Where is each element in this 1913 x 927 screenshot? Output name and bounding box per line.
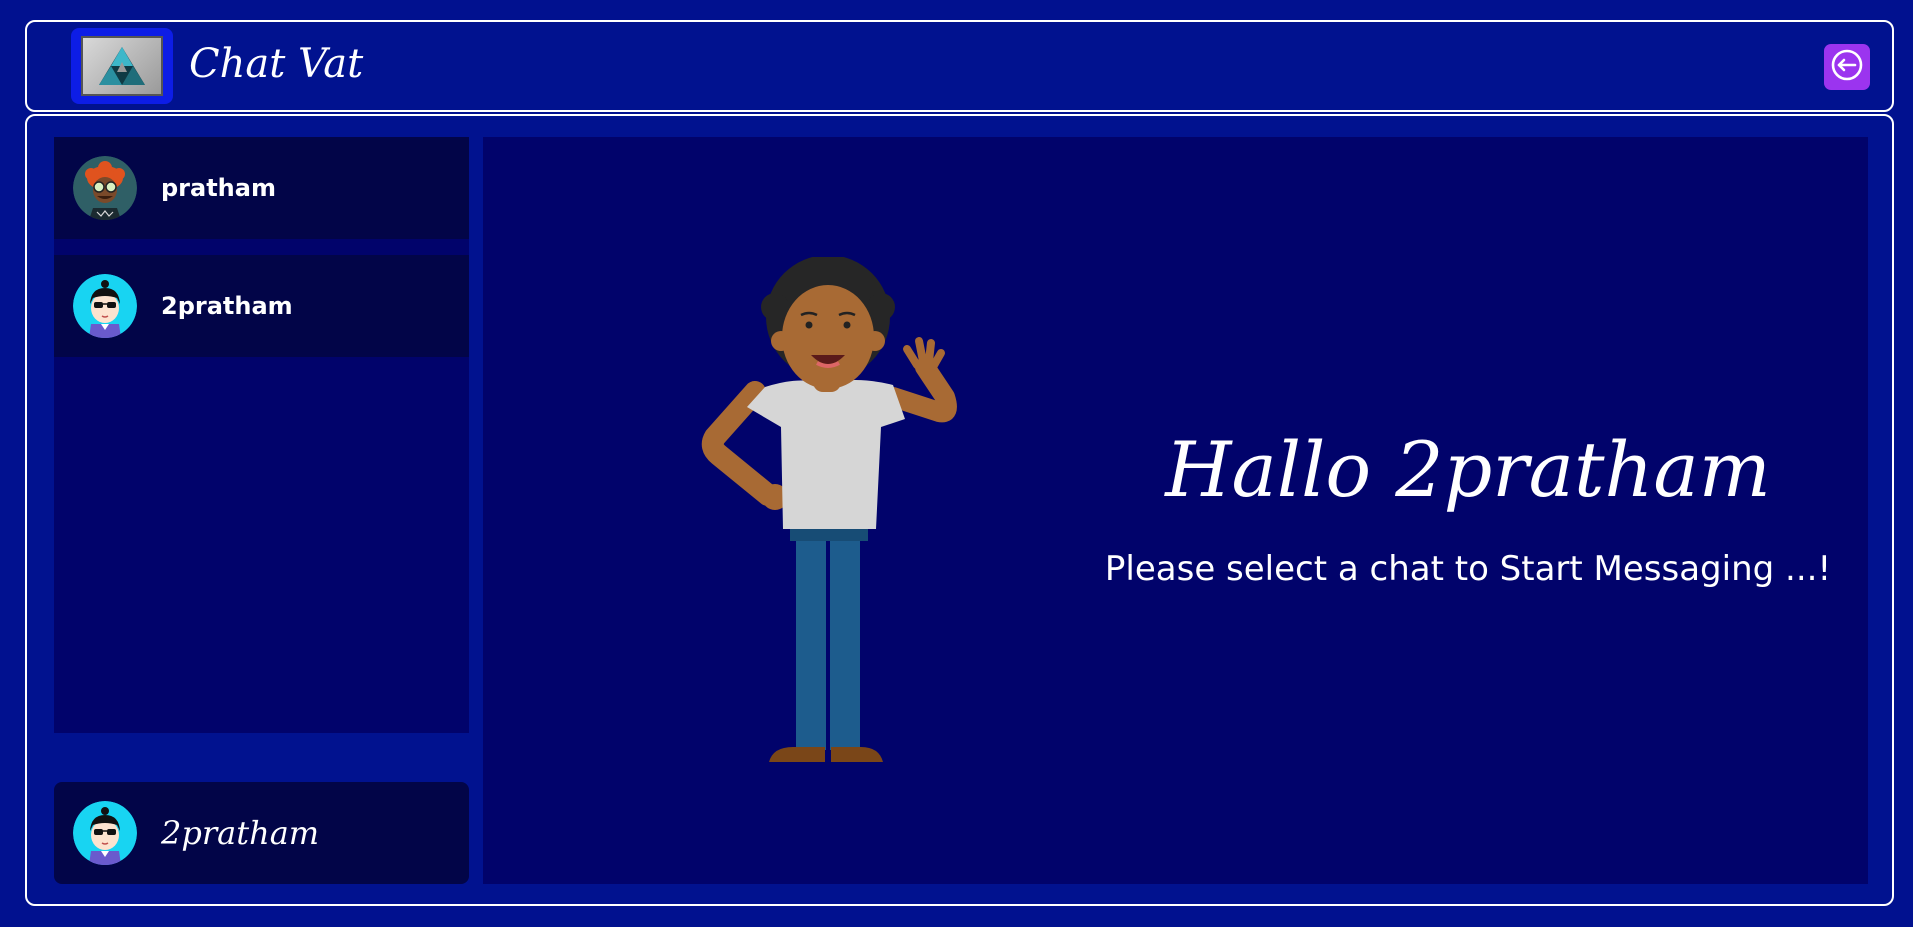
current-user-name: 2pratham: [161, 814, 320, 852]
chat-panel: Hallo 2pratham Please select a chat to S…: [483, 137, 1868, 884]
logout-button[interactable]: [1824, 44, 1870, 90]
app-title: Chat Vat: [189, 41, 364, 87]
contact-list: pratham 2pratham: [54, 137, 469, 733]
current-user-card: 2pratham: [54, 782, 469, 884]
welcome-message: Please select a chat to Start Messaging …: [1104, 549, 1832, 589]
avatar-red-hair-icon: [73, 156, 137, 220]
waving-person-illustration: [693, 245, 993, 777]
contact-name: 2pratham: [161, 292, 293, 320]
welcome-greeting: Hallo 2pratham: [1165, 425, 1771, 514]
app-header: Chat Vat: [25, 20, 1894, 112]
avatar-sunglasses-icon: [73, 274, 137, 338]
contact-item-pratham[interactable]: pratham: [54, 137, 469, 239]
avatar-sunglasses-icon: [73, 801, 137, 865]
contact-item-2pratham[interactable]: 2pratham: [54, 255, 469, 357]
logout-icon: [1830, 48, 1864, 86]
logo-container: [71, 28, 173, 104]
triangle-logo-icon: [81, 36, 163, 96]
main-frame: pratham 2pratham 2pratham Hallo 2pratham…: [25, 114, 1894, 906]
contact-name: pratham: [161, 174, 276, 202]
